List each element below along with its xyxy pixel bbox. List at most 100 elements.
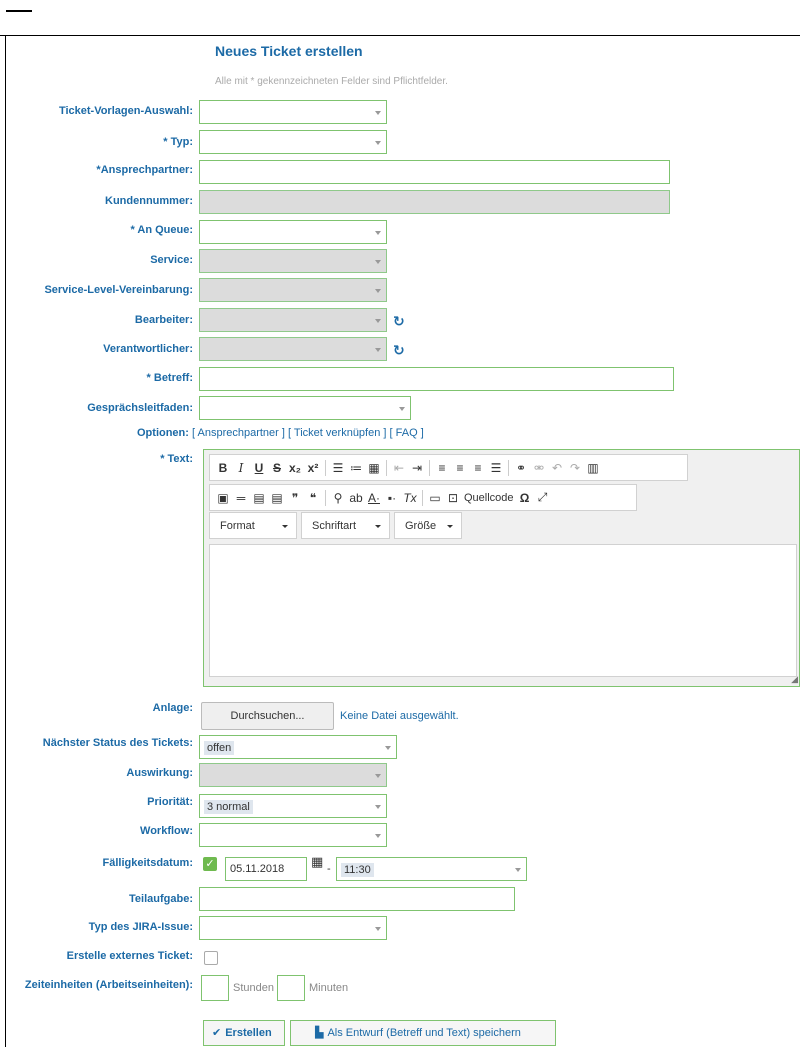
font-combo[interactable]: Schriftart <box>301 512 390 539</box>
due-date-checkbox[interactable]: ✓ <box>203 857 217 871</box>
source-icon[interactable]: ⊡ <box>444 488 462 508</box>
underline-icon[interactable]: U <box>250 458 268 478</box>
chevron-down-icon <box>375 805 381 809</box>
bg-color-icon[interactable]: ▪· <box>383 488 401 508</box>
next-state-select[interactable]: offen <box>199 735 397 759</box>
queue-select[interactable] <box>199 220 387 244</box>
special-char-icon[interactable]: Ω <box>516 488 534 508</box>
create-button[interactable]: ✔ Erstellen <box>203 1020 285 1046</box>
type-select[interactable] <box>199 130 387 154</box>
file-icon: ▙ <box>315 1027 324 1039</box>
contact-input[interactable] <box>199 160 670 184</box>
guide-label: Gesprächsleitfaden: <box>87 402 193 414</box>
superscript-icon[interactable]: x² <box>304 458 322 478</box>
chevron-down-icon <box>375 927 381 931</box>
options-row: Optionen: [ Ansprechpartner ] [ Ticket v… <box>137 427 424 439</box>
link-icon[interactable]: ⚭ <box>512 458 530 478</box>
maximize-icon[interactable]: ⤢ <box>534 488 552 508</box>
bullet-list-icon[interactable]: ≔ <box>347 458 365 478</box>
chevron-down-icon <box>399 407 405 411</box>
jira-type-select[interactable] <box>199 916 387 940</box>
page-break-icon[interactable]: ▥ <box>584 458 602 478</box>
paste-text-icon[interactable]: ▤ <box>250 488 268 508</box>
refresh-icon[interactable]: ↻ <box>393 343 407 357</box>
link-link-ticket[interactable]: [ Ticket verknüpfen ] <box>288 427 386 439</box>
priority-label: Priorität: <box>147 796 193 808</box>
external-ticket-checkbox[interactable] <box>204 951 218 965</box>
impact-label: Auswirkung: <box>126 767 193 779</box>
calendar-icon[interactable]: ▦ <box>311 854 323 870</box>
menu-dash-icon[interactable] <box>6 10 32 12</box>
align-center-icon[interactable]: ≡ <box>451 458 469 478</box>
format-combo[interactable]: Format <box>209 512 297 539</box>
hours-input[interactable] <box>201 975 229 1001</box>
chevron-down-icon <box>385 746 391 750</box>
paste-word-icon[interactable]: ▤ <box>268 488 286 508</box>
editor-toolbar-2: ▣ ═ ▤ ▤ ❞ ❝ ⚲ ab A· ▪· Tx ▭ ⊡ Quellcode … <box>209 484 637 511</box>
editor-content[interactable] <box>209 544 797 677</box>
image-icon[interactable]: ▣ <box>214 488 232 508</box>
chevron-down-icon <box>375 289 381 293</box>
justify-icon[interactable]: ☰ <box>487 458 505 478</box>
minutes-input[interactable] <box>277 975 305 1001</box>
align-right-icon[interactable]: ≡ <box>469 458 487 478</box>
browse-button[interactable]: Durchsuchen... <box>201 702 334 730</box>
sla-select <box>199 278 387 302</box>
workflow-select[interactable] <box>199 823 387 847</box>
undo-icon[interactable]: ↶ <box>548 458 566 478</box>
text-color-icon[interactable]: A· <box>365 488 383 508</box>
redo-icon[interactable]: ↷ <box>566 458 584 478</box>
chevron-down-icon <box>375 319 381 323</box>
source-button[interactable]: Quellcode <box>462 488 516 508</box>
strikethrough-icon[interactable]: S <box>268 458 286 478</box>
responsible-select <box>199 337 387 361</box>
priority-value: 3 normal <box>204 800 253 814</box>
table-icon[interactable]: ▦ <box>365 458 383 478</box>
due-date-label: Fälligkeitsdatum: <box>102 857 193 869</box>
subscript-icon[interactable]: x₂ <box>286 458 304 478</box>
chevron-down-icon <box>375 774 381 778</box>
sla-label: Service-Level-Vereinbarung: <box>44 284 193 296</box>
chevron-down-icon <box>375 111 381 115</box>
workflow-label: Workflow: <box>140 825 193 837</box>
template-select[interactable] <box>199 100 387 124</box>
due-time-select[interactable]: 11:30 <box>336 857 527 881</box>
remove-format-icon[interactable]: Tx <box>401 488 419 508</box>
responsible-label: Verantwortlicher: <box>103 343 193 355</box>
blockquote-icon[interactable]: ❞ <box>286 488 304 508</box>
guide-select[interactable] <box>199 396 411 420</box>
subject-input[interactable] <box>199 367 674 391</box>
italic-icon[interactable]: I <box>232 458 250 478</box>
horizontal-rule-icon[interactable]: ═ <box>232 488 250 508</box>
chevron-down-icon <box>375 834 381 838</box>
numbered-list-icon[interactable]: ☰ <box>329 458 347 478</box>
bold-icon[interactable]: B <box>214 458 232 478</box>
replace-icon[interactable]: ab <box>347 488 365 508</box>
due-date-input[interactable]: 05.11.2018 <box>225 857 307 881</box>
refresh-icon[interactable]: ↻ <box>393 314 407 328</box>
size-combo[interactable]: Größe <box>394 512 462 539</box>
block-icon[interactable]: ▭ <box>426 488 444 508</box>
link-faq[interactable]: [ FAQ ] <box>390 427 424 439</box>
type-label: * Typ: <box>163 136 193 148</box>
save-draft-button[interactable]: ▙ Als Entwurf (Betreff und Text) speicher… <box>290 1020 556 1046</box>
subtask-input[interactable] <box>199 887 515 911</box>
owner-label: Bearbeiter: <box>134 314 193 326</box>
indent-icon[interactable]: ⇥ <box>408 458 426 478</box>
top-bar <box>0 0 800 36</box>
editor-toolbar-1: B I U S x₂ x² ☰ ≔ ▦ ⇤ ⇥ ≡ ≡ ≡ ☰ ⚭ ⚮ ↶ ↷ … <box>209 454 688 481</box>
chevron-down-icon <box>375 525 381 528</box>
next-state-label: Nächster Status des Tickets: <box>42 737 193 749</box>
find-icon[interactable]: ⚲ <box>329 488 347 508</box>
chevron-down-icon <box>375 260 381 264</box>
quote-icon[interactable]: ❝ <box>304 488 322 508</box>
priority-select[interactable]: 3 normal <box>199 794 387 818</box>
attachment-label: Anlage: <box>152 702 193 714</box>
customer-number-label: Kundennummer: <box>105 195 193 207</box>
unlink-icon[interactable]: ⚮ <box>530 458 548 478</box>
outdent-icon[interactable]: ⇤ <box>390 458 408 478</box>
align-left-icon[interactable]: ≡ <box>433 458 451 478</box>
link-contact[interactable]: [ Ansprechpartner ] <box>192 427 285 439</box>
impact-select <box>199 763 387 787</box>
resize-handle-icon[interactable]: ◢ <box>791 674 798 685</box>
